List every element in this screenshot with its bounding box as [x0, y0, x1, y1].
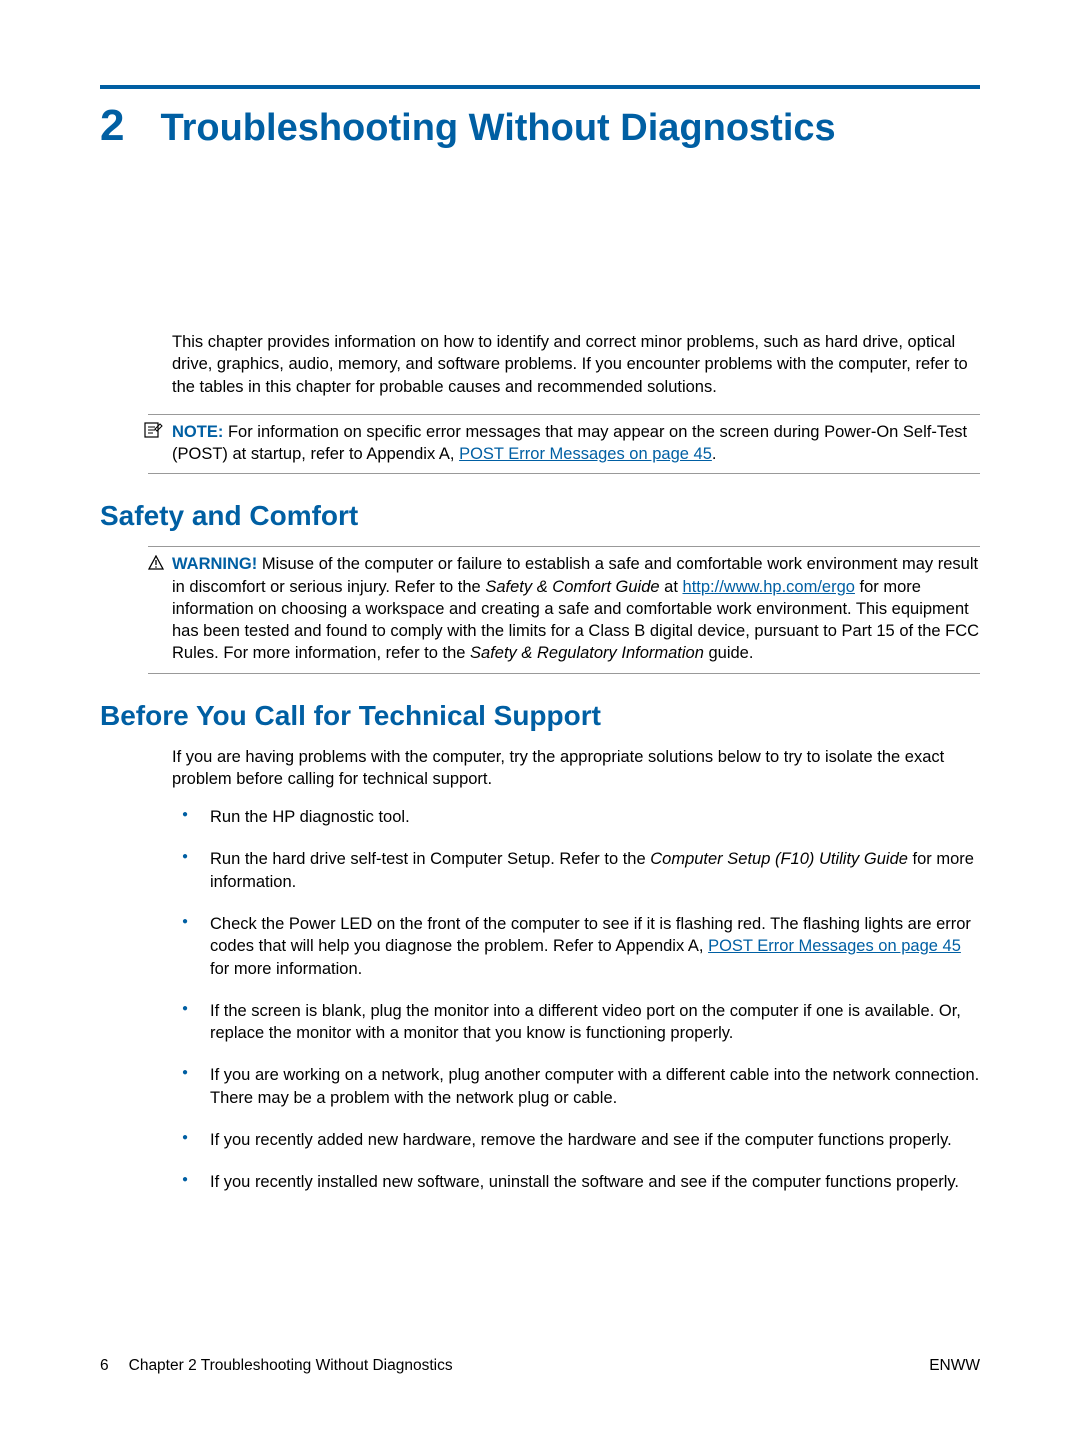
support-list: Run the HP diagnostic tool. Run the hard… — [210, 806, 980, 1193]
chapter-rule — [100, 85, 980, 89]
list-item-text: If the screen is blank, plug the monitor… — [210, 1002, 961, 1042]
footer-chapter-ref: Chapter 2 Troubleshooting Without Diagno… — [129, 1357, 453, 1375]
list-item-text: If you recently added new hardware, remo… — [210, 1131, 952, 1149]
list-item: If you are working on a network, plug an… — [210, 1064, 980, 1109]
page-content: 2 Troubleshooting Without Diagnostics Th… — [0, 0, 1080, 1193]
chapter-title: Troubleshooting Without Diagnostics — [160, 107, 835, 150]
chapter-number: 2 — [100, 101, 124, 151]
note-body: NOTE: For information on specific error … — [172, 421, 980, 466]
section-safety-heading: Safety and Comfort — [100, 500, 980, 532]
list-item-text: If you are working on a network, plug an… — [210, 1066, 979, 1106]
warning-italic1: Safety & Comfort Guide — [485, 578, 659, 596]
list-item: If you recently added new hardware, remo… — [210, 1129, 980, 1151]
list-item: If you recently installed new software, … — [210, 1171, 980, 1193]
list-item-italic: Computer Setup (F10) Utility Guide — [650, 850, 908, 868]
list-item-text: Run the HP diagnostic tool. — [210, 808, 410, 826]
list-item-text: for more information. — [210, 960, 362, 978]
note-label: NOTE: — [172, 423, 223, 441]
warning-label: WARNING! — [172, 555, 257, 573]
list-item: Run the hard drive self-test in Computer… — [210, 848, 980, 893]
warning-t4: guide. — [704, 644, 754, 662]
page-footer: 6 Chapter 2 Troubleshooting Without Diag… — [100, 1357, 980, 1375]
list-item-text: If you recently installed new software, … — [210, 1173, 959, 1191]
warning-icon — [148, 555, 164, 571]
note-text-after: . — [712, 445, 717, 463]
section-support-heading: Before You Call for Technical Support — [100, 700, 980, 732]
note-link[interactable]: POST Error Messages on page 45 — [459, 445, 712, 463]
warning-italic2: Safety & Regulatory Information — [470, 644, 704, 662]
note-callout: NOTE: For information on specific error … — [148, 414, 980, 475]
chapter-heading: 2 Troubleshooting Without Diagnostics — [100, 101, 980, 151]
page-number: 6 — [100, 1357, 109, 1375]
warning-link[interactable]: http://www.hp.com/ergo — [683, 578, 855, 596]
list-item-text: Run the hard drive self-test in Computer… — [210, 850, 650, 868]
note-icon — [143, 421, 163, 439]
list-item: Check the Power LED on the front of the … — [210, 913, 980, 980]
footer-right: ENWW — [929, 1357, 980, 1375]
list-item: If the screen is blank, plug the monitor… — [210, 1000, 980, 1045]
intro-paragraph: This chapter provides information on how… — [172, 331, 980, 398]
warning-callout: WARNING! Misuse of the computer or failu… — [148, 546, 980, 673]
footer-left: 6 Chapter 2 Troubleshooting Without Diag… — [100, 1357, 453, 1375]
warning-body: WARNING! Misuse of the computer or failu… — [172, 553, 980, 664]
list-item: Run the HP diagnostic tool. — [210, 806, 980, 828]
warning-t2: at — [660, 578, 683, 596]
support-intro: If you are having problems with the comp… — [172, 746, 980, 791]
list-item-link[interactable]: POST Error Messages on page 45 — [708, 937, 961, 955]
